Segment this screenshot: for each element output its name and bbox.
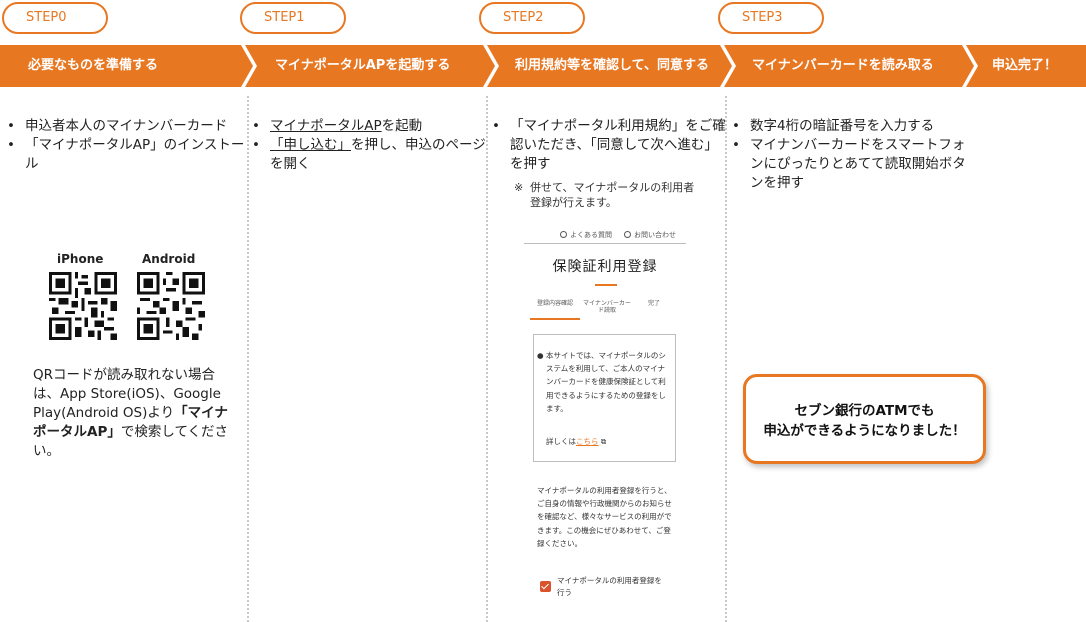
list-item: 数字4桁の暗証番号を入力する [728, 117, 968, 136]
step2-bullets: 「マイナポータル利用規約」をご確認いただき、「同意して次へ進む」を押す [488, 117, 726, 174]
contact-link[interactable]: お問い合わせ [624, 227, 676, 243]
column-divider [725, 96, 727, 622]
registration-checkbox[interactable] [540, 581, 551, 592]
detail-link[interactable]: こちら [576, 437, 599, 446]
faq-link[interactable]: よくある質問 [560, 227, 612, 243]
external-link-icon: ⧉ [598, 437, 607, 446]
mock-detail-line: 詳しくはこちら ⧉ [546, 437, 607, 446]
registration-note: ※ 併せて、マイナポータルの利用者登録が行えます。 [514, 181, 695, 209]
qr-label-android: Android [142, 252, 196, 266]
step0-pill: STEP0 [2, 2, 108, 34]
mock-info-text: ● 本サイトでは、マイナポータルのシステムを利用して、ご本人のマイナンバーカードを… [537, 351, 666, 413]
qr-code-android[interactable] [137, 272, 205, 340]
mail-icon [624, 231, 631, 238]
help-icon [560, 231, 567, 238]
column-divider [486, 96, 488, 622]
app-link[interactable]: マイナポータルAP [270, 118, 382, 134]
step3-title: マイナンバーカードを読み取る [724, 45, 974, 87]
complete-title: 申込完了！ [966, 45, 1086, 87]
list-item: マイナンバーカードをスマートフォンにぴったりとあてて読取開始ボタンを押す [728, 136, 968, 193]
step1-bullets: マイナポータルAPを起動 「申し込む」を押し、申込のページを開く [248, 117, 488, 174]
callout-line1: セブン銀行のATMでも [794, 403, 935, 419]
step2-title: 利用規約等を確認して、同意する [487, 45, 732, 87]
seven-bank-callout: セブン銀行のATMでも 申込ができるようになりました！ [743, 374, 986, 464]
step0-bullets: 申込者本人のマイナンバーカード 「マイナポータルAP」のインストール [3, 117, 248, 174]
callout-line2: 申込ができるようになりました！ [763, 423, 966, 439]
list-item: 申込者本人のマイナンバーカード [3, 117, 248, 136]
registration-checkbox-label: マイナポータルの利用者登録を行う [557, 576, 662, 597]
active-tab-indicator [530, 318, 580, 320]
list-item: マイナポータルAPを起動 [248, 117, 488, 136]
mock-progress-tabs: 登録内容確認 マイナンバーカード読取 完了 [530, 296, 680, 320]
column-divider [247, 96, 249, 622]
tab-complete: 完了 [647, 300, 660, 307]
tab-card-read: マイナンバーカード読取 [583, 300, 631, 314]
list-item: 「マイナポータル利用規約」をご確認いただき、「同意して次へ進む」を押す [488, 117, 726, 174]
mock-registration-text: マイナポータルの利用者登録を行うと、ご自身の情報や行政機関からのお知らせを確認な… [537, 486, 672, 548]
step1-title: マイナポータルAPを起動する [245, 45, 495, 87]
mock-page-title: 保険証利用登録 [552, 259, 658, 275]
qr-instruction: QRコードが読み取れない場合は、App Store(iOS)、Google Pl… [33, 367, 229, 459]
qr-code-iphone[interactable] [49, 272, 117, 340]
mock-header-links: よくある質問 お問い合わせ [524, 226, 686, 244]
step2-pill: STEP2 [479, 2, 585, 34]
process-bar: 必要なものを準備する マイナポータルAPを起動する 利用規約等を確認して、同意す… [0, 45, 1086, 87]
step3-bullets: 数字4桁の暗証番号を入力する マイナンバーカードをスマートフォンにぴったりとあて… [728, 117, 968, 193]
mock-info-box: ● 本サイトでは、マイナポータルのシステムを利用して、ご本人のマイナンバーカードを… [533, 334, 676, 462]
title-underline [595, 284, 617, 286]
step0-title: 必要なものを準備する [0, 45, 253, 87]
tab-confirm: 登録内容確認 [536, 300, 573, 307]
list-item: 「マイナポータルAP」のインストール [3, 136, 248, 174]
qr-label-iphone: iPhone [57, 252, 104, 266]
apply-link[interactable]: 「申し込む」 [270, 137, 351, 153]
step1-pill: STEP1 [240, 2, 346, 34]
step3-pill: STEP3 [718, 2, 824, 34]
list-item: 「申し込む」を押し、申込のページを開く [248, 136, 488, 174]
